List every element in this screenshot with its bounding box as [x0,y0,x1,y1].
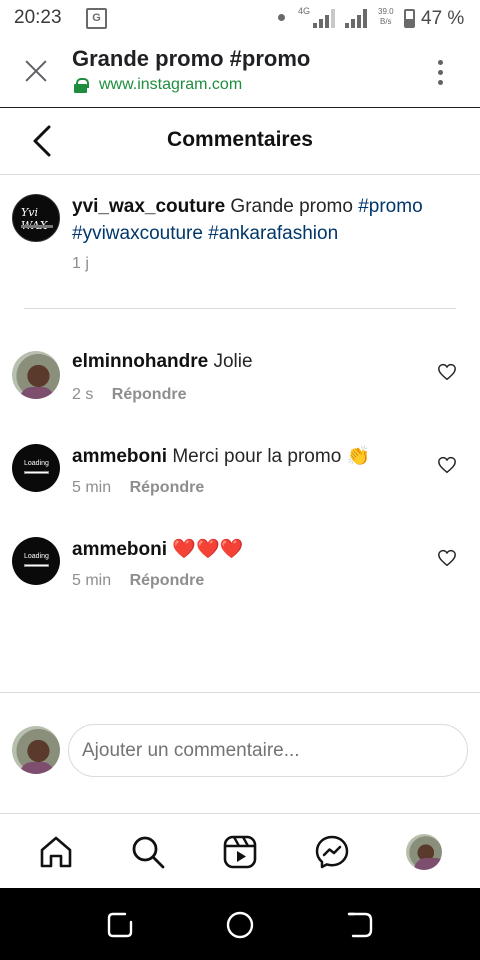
comment-meta: 2 s Répondre [72,386,186,404]
nav-reels[interactable] [220,832,260,872]
like-heart-icon[interactable] [437,549,457,567]
network-speed: 39.0 B/s [378,7,394,27]
url-text: www.instagram.com [99,76,243,93]
caption-text: yvi_wax_couture Grande promo #promo #yvi… [72,193,462,247]
comment-item: Loading ammeboni Merci pour la promo 👏 5… [0,444,480,524]
browser-page-title: Grande promo #promo [72,46,311,71]
comments-header: Commentaires [0,108,480,175]
network-speed-value: 39.0 [378,7,394,16]
more-options-icon[interactable] [438,60,444,86]
signal-strength-icon-2 [345,9,371,28]
battery-icon [404,9,415,28]
avatar[interactable]: Yvi WAX [12,194,60,242]
caption-username[interactable]: yvi_wax_couture [72,196,225,217]
profile-avatar [406,834,442,870]
comment-item: Loading ammeboni ❤️❤️❤️ 5 min Répondre [0,537,480,617]
signal-strength-icon [313,9,339,28]
comment-username[interactable]: ammeboni [72,539,167,560]
back-button-icon[interactable] [345,910,375,940]
nav-search[interactable] [128,832,168,872]
nav-home[interactable] [36,832,76,872]
home-icon [40,836,72,868]
caption-body: Grande promo [230,196,359,217]
comment-time: 5 min [72,479,112,496]
divider [0,692,480,693]
nav-messenger[interactable] [312,832,352,872]
system-navigation-bar [0,888,480,960]
avatar[interactable] [12,351,60,399]
url-row: www.instagram.com [74,75,242,95]
comment-text: elminnohandre Jolie [72,351,253,373]
battery-percent: 47 % [421,8,465,29]
comment-meta: 5 min Répondre [72,572,204,590]
comment-username[interactable]: ammeboni [72,446,167,467]
notification-dot-icon [278,14,285,21]
hashtag-link[interactable]: #ankarafashion [208,223,338,244]
comment-username[interactable]: elminnohandre [72,351,208,372]
status-time: 20:23 [14,7,62,28]
comment-time: 5 min [72,572,112,589]
bottom-navigation [0,813,480,888]
comment-text: ammeboni ❤️❤️❤️ [72,537,243,561]
comment-body: Merci pour la promo 👏 [172,446,371,467]
network-speed-unit: B/s [380,17,392,26]
nav-profile[interactable] [404,832,444,872]
messenger-icon [315,835,349,869]
comment-time: 2 s [72,386,94,403]
reply-button[interactable]: Répondre [130,572,205,589]
divider [24,308,456,309]
comment-body: ❤️❤️❤️ [172,539,244,560]
comment-meta: 5 min Répondre [72,479,204,497]
reply-button[interactable]: Répondre [130,479,205,496]
reels-icon [223,835,257,869]
home-button-icon[interactable] [225,910,255,940]
recent-apps-icon[interactable] [105,910,135,940]
hashtag-link[interactable]: #yviwaxcouture [72,223,203,244]
like-heart-icon[interactable] [437,363,457,381]
lock-icon [74,77,89,93]
like-heart-icon[interactable] [437,456,457,474]
search-icon [132,836,165,869]
avatar[interactable]: Loading [12,537,60,585]
page-title: Commentaires [167,128,313,151]
hashtag-link[interactable]: #promo [358,196,422,217]
translate-notification-icon: G [86,8,107,29]
post-caption: Yvi WAX yvi_wax_couture Grande promo #pr… [0,175,480,309]
comment-body: Jolie [213,351,253,372]
custom-tab-toolbar: Grande promo #promo www.instagram.com [0,38,480,108]
network-type: 4G [298,6,311,16]
comment-text: ammeboni Merci pour la promo 👏 [72,444,370,468]
comment-input[interactable] [68,724,468,777]
avatar [12,726,60,774]
comment-item: elminnohandre Jolie 2 s Répondre [0,351,480,431]
caption-time: 1 j [72,255,89,272]
close-icon[interactable] [23,58,49,84]
status-bar: 20:23 G 4G 39.0 B/s 47 % [0,0,480,38]
reply-button[interactable]: Répondre [112,386,187,403]
avatar[interactable]: Loading [12,444,60,492]
